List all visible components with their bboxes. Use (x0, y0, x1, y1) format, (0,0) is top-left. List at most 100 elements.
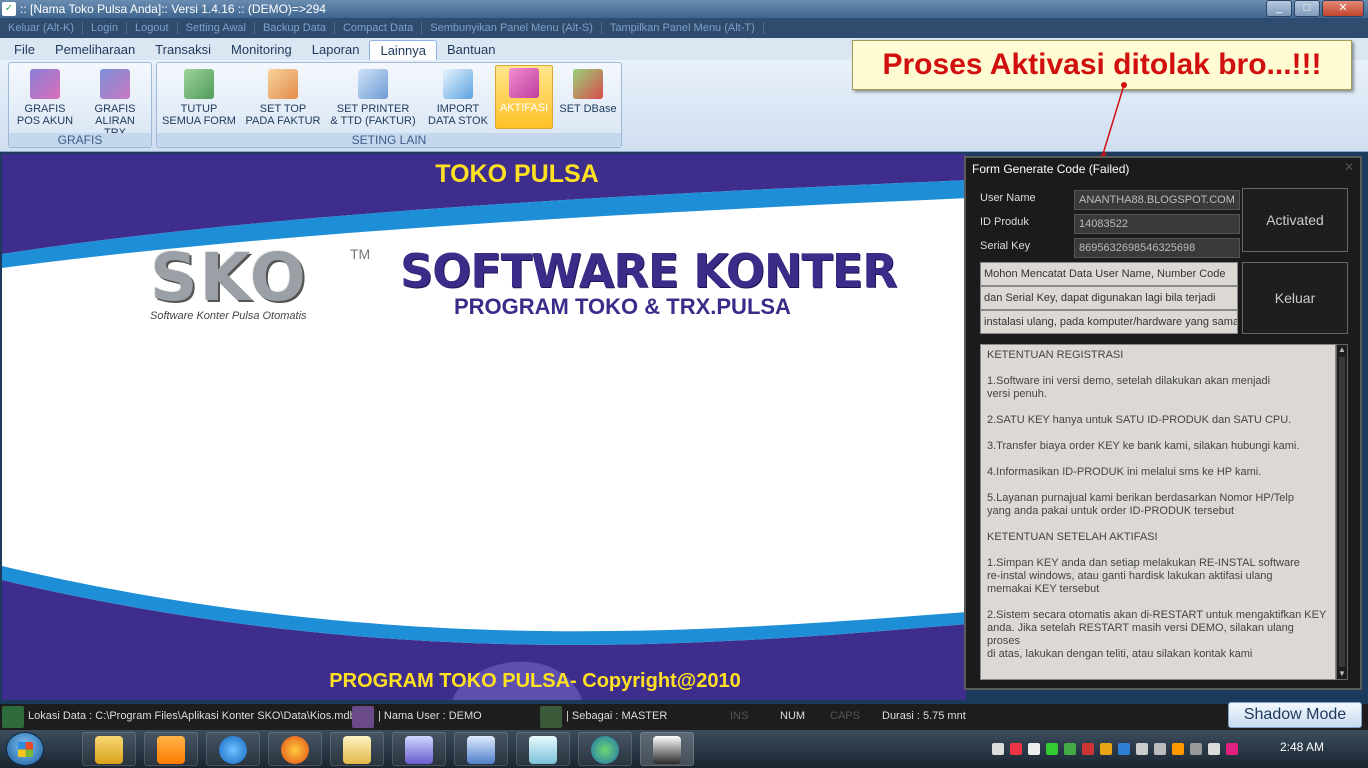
serial-key-field[interactable]: 8695632698546325698 (1074, 238, 1240, 258)
note-line-2: dan Serial Key, dapat digunakan lagi bil… (980, 286, 1238, 310)
serial-key-label: Serial Key (980, 240, 1031, 252)
tab-pemeliharaan[interactable]: Pemeliharaan (45, 40, 145, 60)
logo-subtitle: Software Konter Pulsa Otomatis (150, 310, 307, 322)
taskbar-media-player[interactable] (144, 732, 198, 766)
terms-item: 2.Sistem secara otomatis akan di-RESTART… (987, 609, 1327, 660)
tray-usb-icon[interactable] (1136, 743, 1148, 755)
tab-bantuan[interactable]: Bantuan (437, 40, 505, 60)
terms-scrollbar[interactable]: ▲ ▼ (1336, 344, 1348, 680)
activated-button[interactable]: Activated (1242, 188, 1348, 252)
taskbar-sko-app[interactable] (640, 732, 694, 766)
quick-login[interactable]: Login (83, 22, 127, 34)
taskbar-app-4[interactable] (578, 732, 632, 766)
terms-item: 4.Informasikan ID-PRODUK ini melalui sms… (987, 466, 1262, 478)
tray-network-icon[interactable] (1046, 743, 1058, 755)
tab-file[interactable]: File (4, 40, 45, 60)
taskbar-explorer[interactable] (82, 732, 136, 766)
app-window-icon (405, 736, 433, 764)
tray-check-green-icon[interactable] (1064, 743, 1076, 755)
terms-heading-registrasi: KETENTUAN REGISTRASI (987, 349, 1124, 361)
tray-device-icon[interactable] (1154, 743, 1166, 755)
quick-menu-bar: Keluar (Alt-K) Login Logout Setting Awal… (0, 18, 1368, 38)
grafis-pos-akun-button[interactable]: GRAFIS POS AKUN (15, 67, 75, 129)
maximize-button[interactable]: □ (1294, 0, 1320, 17)
shadow-mode-button[interactable]: Shadow Mode (1228, 702, 1362, 728)
id-produk-label: ID Produk (980, 216, 1029, 228)
taskbar-clock[interactable]: 2:48 AM (1280, 740, 1324, 754)
scroll-up-icon[interactable]: ▲ (1338, 345, 1346, 355)
software-subtitle: PROGRAM TOKO & TRX.PULSA (454, 294, 791, 319)
note-line-3: instalasi ulang, pada komputer/hardware … (980, 310, 1238, 334)
tray-bluetooth-icon[interactable] (1118, 743, 1130, 755)
tray-arrow-icon[interactable] (992, 743, 1004, 755)
import-line2: DATA STOK (428, 115, 488, 127)
keluar-button[interactable]: Keluar (1242, 262, 1348, 334)
start-button[interactable] (6, 732, 44, 766)
set-top-line2: PADA FAKTUR (245, 115, 321, 127)
taskbar-notepad[interactable] (330, 732, 384, 766)
bottom-title: PROGRAM TOKO PULSA- Copyright@2010 (329, 670, 741, 692)
dialog-close-icon[interactable]: ✕ (1344, 160, 1354, 174)
scroll-thumb[interactable] (1339, 357, 1345, 667)
import-data-stok-button[interactable]: IMPORT DATA STOK (423, 67, 493, 129)
tray-s-icon[interactable] (1226, 743, 1238, 755)
window-titlebar: ✓ :: [Nama Toko Pulsa Anda]:: Versi 1.4.… (0, 0, 1368, 18)
media-player-icon (157, 736, 185, 764)
close-button[interactable]: ✕ (1322, 0, 1364, 17)
taskbar-internet-explorer[interactable] (206, 732, 260, 766)
tray-check-icon[interactable] (1028, 743, 1040, 755)
terms-item: 1.Simpan KEY anda dan setiap melakukan R… (987, 557, 1300, 595)
note-line-1: Mohon Mencatat Data User Name, Number Co… (980, 262, 1238, 286)
quick-compact-data[interactable]: Compact Data (335, 22, 423, 34)
taskbar-app-2[interactable] (454, 732, 508, 766)
tray-flag-icon[interactable] (1010, 743, 1022, 755)
username-field[interactable]: ANANTHA88.BLOGSPOT.COM (1074, 190, 1240, 210)
tray-star-icon[interactable] (1100, 743, 1112, 755)
quick-backup-data[interactable]: Backup Data (255, 22, 335, 34)
tray-shield-icon[interactable] (1082, 743, 1094, 755)
invoice-icon (268, 69, 298, 99)
set-printer-button[interactable]: SET PRINTER & TTD (FAKTUR) (329, 67, 417, 129)
aktifasi-button[interactable]: AKTIFASI (495, 65, 553, 129)
tutup-line1: TUTUP (180, 103, 218, 115)
tutup-semua-form-button[interactable]: TUTUP SEMUA FORM (161, 67, 237, 129)
database-icon (573, 69, 603, 99)
tray-network-bars-icon[interactable] (1190, 743, 1202, 755)
taskbar-app-1[interactable] (392, 732, 446, 766)
tab-lainnya[interactable]: Lainnya (369, 40, 438, 60)
minimize-button[interactable]: _ (1266, 0, 1292, 17)
software-title: SOFTWARE KONTER (400, 244, 898, 298)
id-produk-field[interactable]: 14083522 (1074, 214, 1240, 234)
quick-logout[interactable]: Logout (127, 22, 178, 34)
tab-monitoring[interactable]: Monitoring (221, 40, 302, 60)
tray-power-icon[interactable] (1172, 743, 1184, 755)
terms-textbox[interactable]: KETENTUAN REGISTRASI 1.Software ini vers… (980, 344, 1336, 680)
callout-arrow (1099, 82, 1127, 162)
quick-sembunyikan-panel[interactable]: Sembunyikan Panel Menu (Alt-S) (422, 22, 602, 34)
aktifasi-label: AKTIFASI (499, 102, 549, 114)
quick-tampilkan-panel[interactable]: Tampilkan Panel Menu (Alt-T) (602, 22, 764, 34)
grafis-aliran-trx-button[interactable]: GRAFIS ALIRAN TRX (85, 67, 145, 139)
terms-item: 1.Software ini versi demo, setelah dilak… (987, 375, 1271, 400)
set-top-faktur-button[interactable]: SET TOP PADA FAKTUR (243, 67, 323, 129)
window-title: :: [Nama Toko Pulsa Anda]:: Versi 1.4.16… (20, 2, 326, 16)
group-grafis-label: GRAFIS (9, 133, 151, 147)
tray-volume-icon[interactable] (1208, 743, 1220, 755)
tab-laporan[interactable]: Laporan (302, 40, 370, 60)
tab-transaksi[interactable]: Transaksi (145, 40, 221, 60)
phone-icon (653, 736, 681, 764)
scroll-down-icon[interactable]: ▼ (1338, 669, 1346, 679)
quick-keluar[interactable]: Keluar (Alt-K) (0, 22, 84, 34)
dialog-title: Form Generate Code (Failed) (966, 158, 1360, 180)
top-title: TOKO PULSA (435, 160, 599, 188)
status-ins: INS (730, 710, 749, 722)
taskbar-firefox[interactable] (268, 732, 322, 766)
banner-background (2, 154, 966, 700)
taskbar-app-3[interactable] (516, 732, 570, 766)
set-dbase-button[interactable]: SET DBase (557, 67, 619, 129)
set-printer-line2: & TTD (FAKTUR) (330, 115, 416, 127)
import-line1: IMPORT (436, 103, 480, 115)
quick-setting-awal[interactable]: Setting Awal (178, 22, 255, 34)
firefox-icon (281, 736, 309, 764)
terms-item: 5.Layanan purnajual kami berikan berdasa… (987, 492, 1294, 517)
